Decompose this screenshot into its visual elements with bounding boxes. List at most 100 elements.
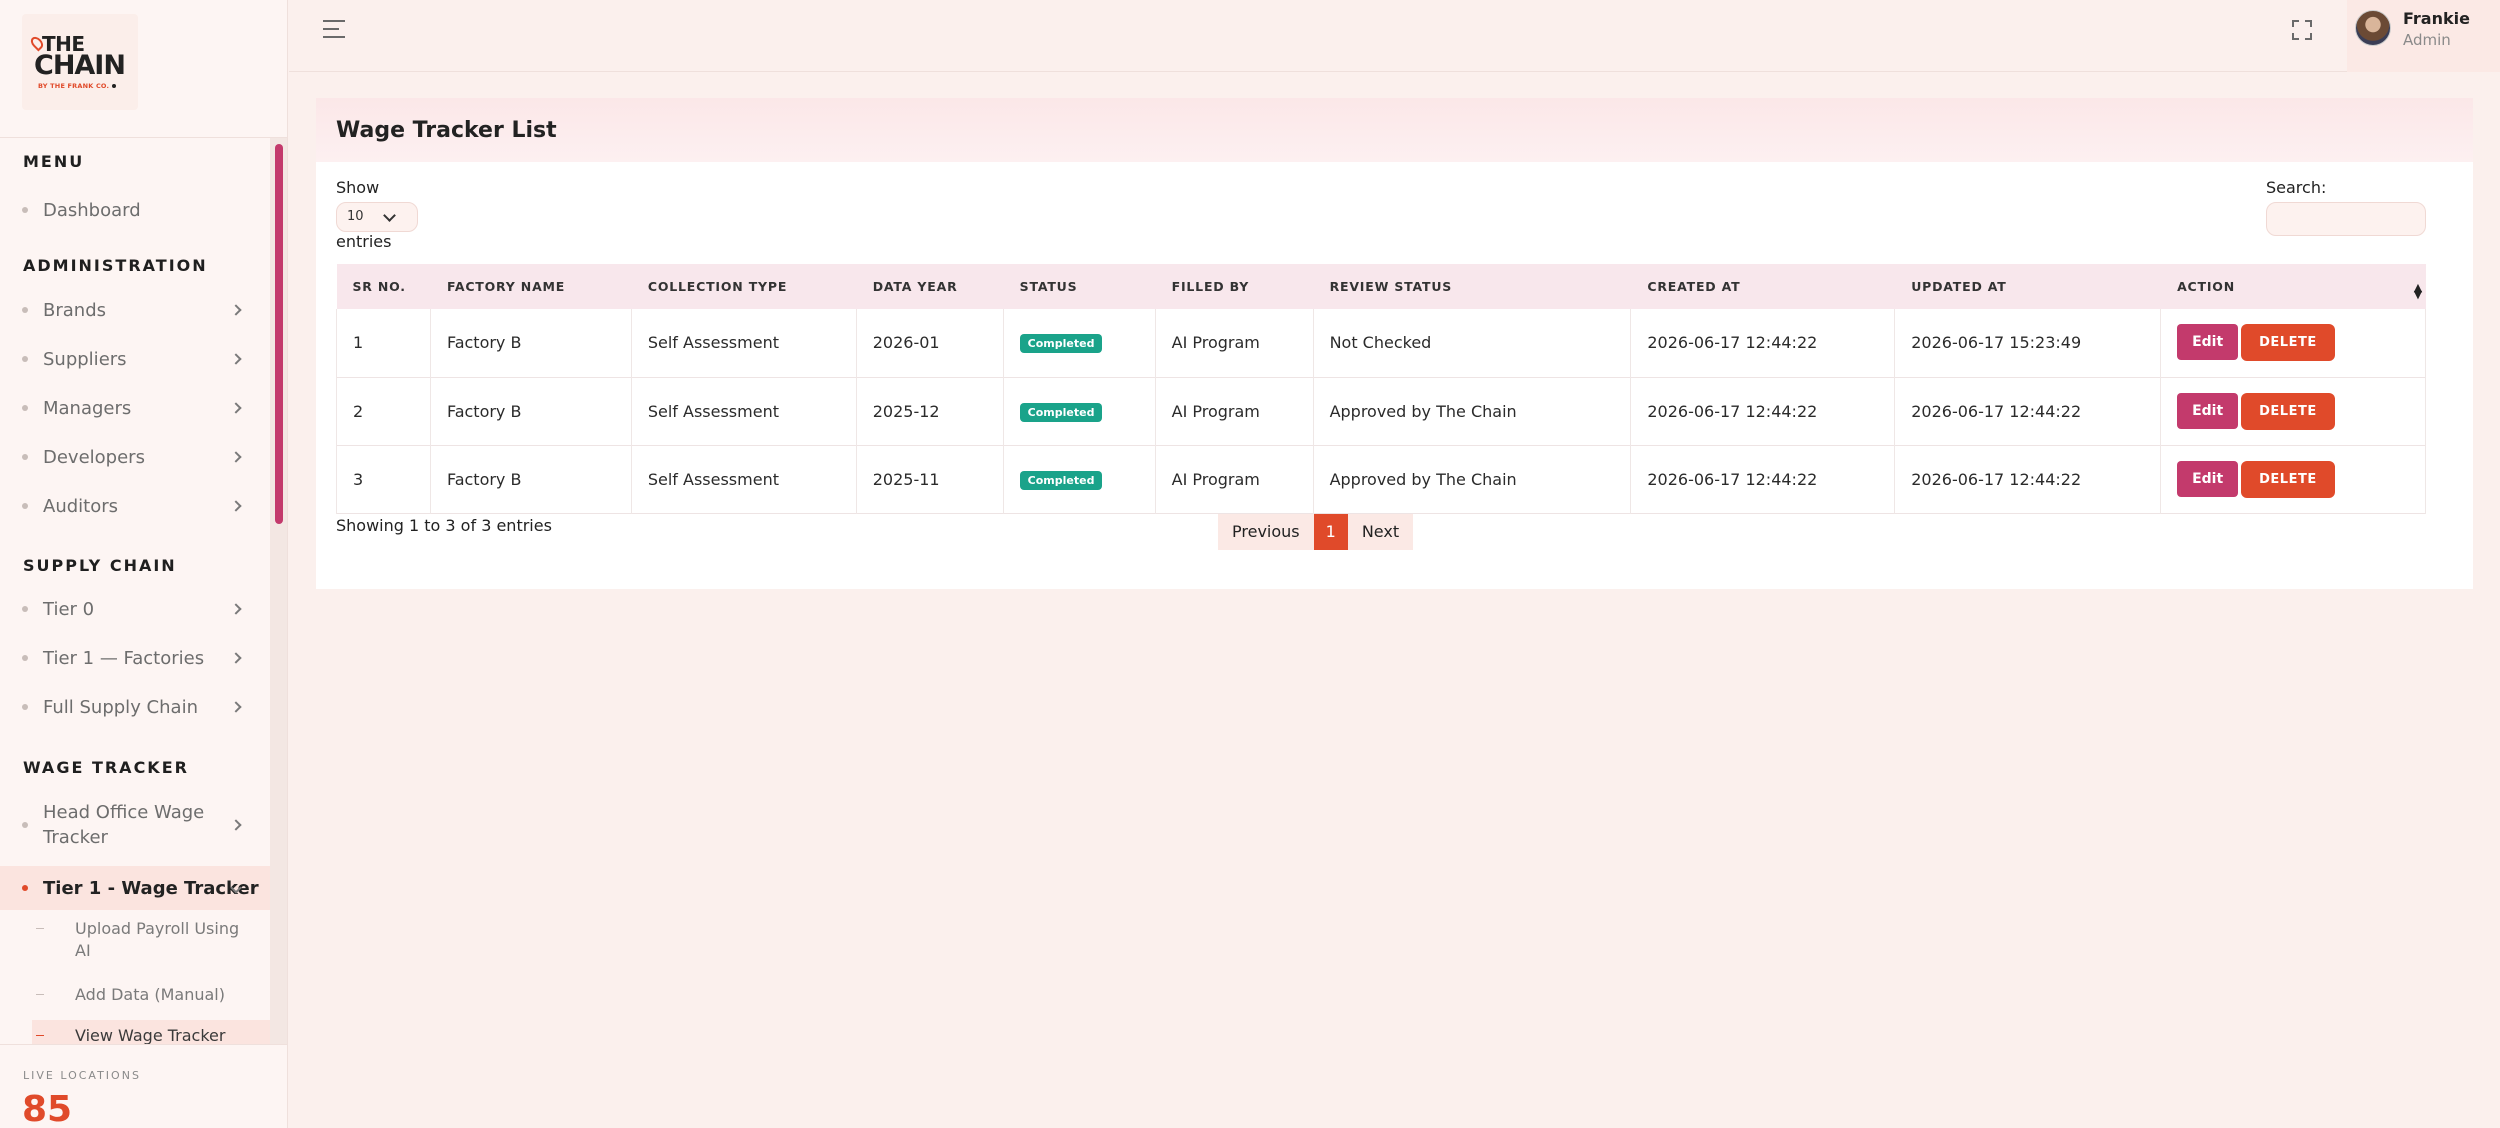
menu-toggle-icon[interactable] [323, 20, 347, 40]
chevron-right-icon [230, 603, 242, 615]
column-header-review-status[interactable]: REVIEW STATUS [1313, 264, 1632, 309]
cell-collection-type: Self Assessment [631, 445, 857, 513]
cell-sr-no: 3 [336, 445, 431, 513]
delete-button[interactable]: DELETE [2241, 392, 2335, 430]
fullscreen-icon[interactable] [2292, 20, 2312, 40]
sidebar-item-dashboard[interactable]: Dashboard [0, 192, 270, 228]
column-header-collection-type[interactable]: COLLECTION TYPE [631, 264, 857, 309]
sidebar: THE CHAIN BY THE FRANK CO. MENU Dashboar… [0, 0, 288, 1128]
sidebar-item-suppliers[interactable]: Suppliers [0, 339, 270, 379]
cell-filled-by: AI Program [1155, 445, 1314, 513]
logo-area: THE CHAIN BY THE FRANK CO. [0, 0, 287, 138]
cell-created-at: 2026-06-17 12:44:22 [1630, 377, 1896, 445]
sidebar-item-tier-0[interactable]: Tier 0 [0, 589, 270, 629]
cell-updated-at: 2026-06-17 12:44:22 [1894, 445, 2162, 513]
cell-filled-by: AI Program [1155, 309, 1314, 377]
sidebar-scrollbar-thumb[interactable] [275, 144, 283, 524]
sidebar-item-developers[interactable]: Developers [0, 437, 270, 477]
cell-sr-no: 1 [336, 309, 431, 377]
bullet-icon [22, 307, 28, 313]
live-locations-label: LIVE LOCATIONS [23, 1069, 141, 1082]
wage-tracker-table: SR NO. FACTORY NAME COLLECTION TYPE DATA… [336, 264, 2426, 514]
edit-button[interactable]: Edit [2177, 324, 2239, 361]
sidebar-item-brands[interactable]: Brands [0, 290, 270, 330]
column-header-data-year[interactable]: DATA YEAR [856, 264, 1004, 309]
cell-review-status: Approved by The Chain [1313, 445, 1632, 513]
avatar [2355, 10, 2391, 46]
cell-data-year: 2025-12 [856, 377, 1004, 445]
pagination-next[interactable]: Next [1348, 514, 1413, 550]
dash-icon [36, 994, 44, 995]
pagination-previous[interactable]: Previous [1218, 514, 1314, 550]
chevron-right-icon [230, 652, 242, 664]
user-menu[interactable]: Frankie Admin [2347, 0, 2500, 72]
cell-sr-no: 2 [336, 377, 431, 445]
live-locations-panel: LIVE LOCATIONS 85 [0, 1044, 287, 1128]
bullet-icon [22, 356, 28, 362]
sidebar-item-label: Managers [43, 397, 132, 419]
column-header-action[interactable]: ACTION ▲ ▼ [2160, 264, 2426, 309]
cell-action: Edit DELETE [2160, 377, 2426, 445]
column-header-label: ACTION [2177, 279, 2235, 294]
cell-factory-name: Factory B [430, 445, 632, 513]
cell-action: Edit DELETE [2160, 309, 2426, 377]
column-header-created-at[interactable]: CREATED AT [1630, 264, 1896, 309]
sidebar-item-tier-1-wage-tracker[interactable]: Tier 1 - Wage Tracker [0, 866, 270, 910]
cell-collection-type: Self Assessment [631, 309, 857, 377]
sidebar-item-head-office-wage-tracker[interactable]: Head Office Wage Tracker [0, 794, 270, 856]
table-info: Showing 1 to 3 of 3 entries [336, 516, 552, 535]
bullet-icon [22, 822, 28, 828]
sidebar-item-managers[interactable]: Managers [0, 388, 270, 428]
status-badge: Completed [1019, 334, 1103, 354]
entries-per-page-value: 10 [347, 209, 364, 224]
logo-tagline: BY THE FRANK CO. [38, 82, 116, 90]
sidebar-item-tier-1-factories[interactable]: Tier 1 — Factories [0, 638, 270, 678]
sort-icon[interactable]: ▲ ▼ [2414, 282, 2423, 300]
delete-button[interactable]: DELETE [2241, 324, 2335, 362]
cell-created-at: 2026-06-17 12:44:22 [1630, 309, 1896, 377]
section-title-supply-chain: SUPPLY CHAIN [23, 556, 177, 575]
cell-review-status: Approved by The Chain [1313, 377, 1632, 445]
cell-status: Completed [1003, 309, 1156, 377]
logo-line-2: CHAIN [34, 50, 126, 81]
sidebar-subitem-add-data-manual[interactable]: Add Data (Manual) [0, 984, 270, 1014]
column-header-filled-by[interactable]: FILLED BY [1155, 264, 1314, 309]
chevron-down-icon [383, 209, 396, 222]
entries-per-page-select[interactable]: 10 [336, 202, 418, 232]
pagination-page-1[interactable]: 1 [1313, 514, 1348, 550]
sidebar-subitem-label: Upload Payroll Using AI [75, 919, 240, 960]
cell-updated-at: 2026-06-17 12:44:22 [1894, 377, 2162, 445]
card-header: Wage Tracker List [316, 98, 2473, 162]
entries-label: entries [336, 232, 392, 251]
cell-data-year: 2026-01 [856, 309, 1004, 377]
user-name: Frankie [2403, 9, 2470, 28]
column-header-factory-name[interactable]: FACTORY NAME [430, 264, 632, 309]
sidebar-subitem-label: View Wage Tracker [75, 1026, 226, 1044]
sidebar-subitem-label: Add Data (Manual) [75, 985, 225, 1004]
column-header-sr-no[interactable]: SR NO. [336, 264, 431, 309]
section-title-wage-tracker: WAGE TRACKER [23, 758, 189, 777]
section-title-administration: ADMINISTRATION [23, 256, 208, 275]
table-row: 1 Factory B Self Assessment 2026-01 Comp… [336, 309, 2426, 377]
table-row: 2 Factory B Self Assessment 2025-12 Comp… [336, 377, 2426, 445]
sidebar-item-full-supply-chain[interactable]: Full Supply Chain [0, 687, 270, 727]
delete-button[interactable]: DELETE [2241, 460, 2335, 498]
column-header-status[interactable]: STATUS [1003, 264, 1156, 309]
bullet-icon [22, 503, 28, 509]
sidebar-item-label: Suppliers [43, 348, 127, 370]
column-header-updated-at[interactable]: UPDATED AT [1894, 264, 2162, 309]
brand-logo[interactable]: THE CHAIN BY THE FRANK CO. [22, 14, 138, 110]
bullet-icon [22, 655, 28, 661]
cell-status: Completed [1003, 377, 1156, 445]
bullet-icon [22, 405, 28, 411]
search-input[interactable] [2266, 202, 2426, 236]
table-header-row: SR NO. FACTORY NAME COLLECTION TYPE DATA… [336, 264, 2426, 309]
sidebar-subitem-upload-payroll[interactable]: Upload Payroll Using AI [0, 918, 270, 968]
edit-button[interactable]: Edit [2177, 392, 2239, 429]
edit-button[interactable]: Edit [2177, 460, 2239, 497]
status-badge: Completed [1019, 470, 1103, 490]
sidebar-scrollbar[interactable] [270, 138, 287, 1044]
chevron-right-icon [230, 819, 242, 831]
sidebar-item-auditors[interactable]: Auditors [0, 486, 270, 526]
sidebar-subitem-view-wage-tracker[interactable]: View Wage Tracker [32, 1020, 270, 1044]
